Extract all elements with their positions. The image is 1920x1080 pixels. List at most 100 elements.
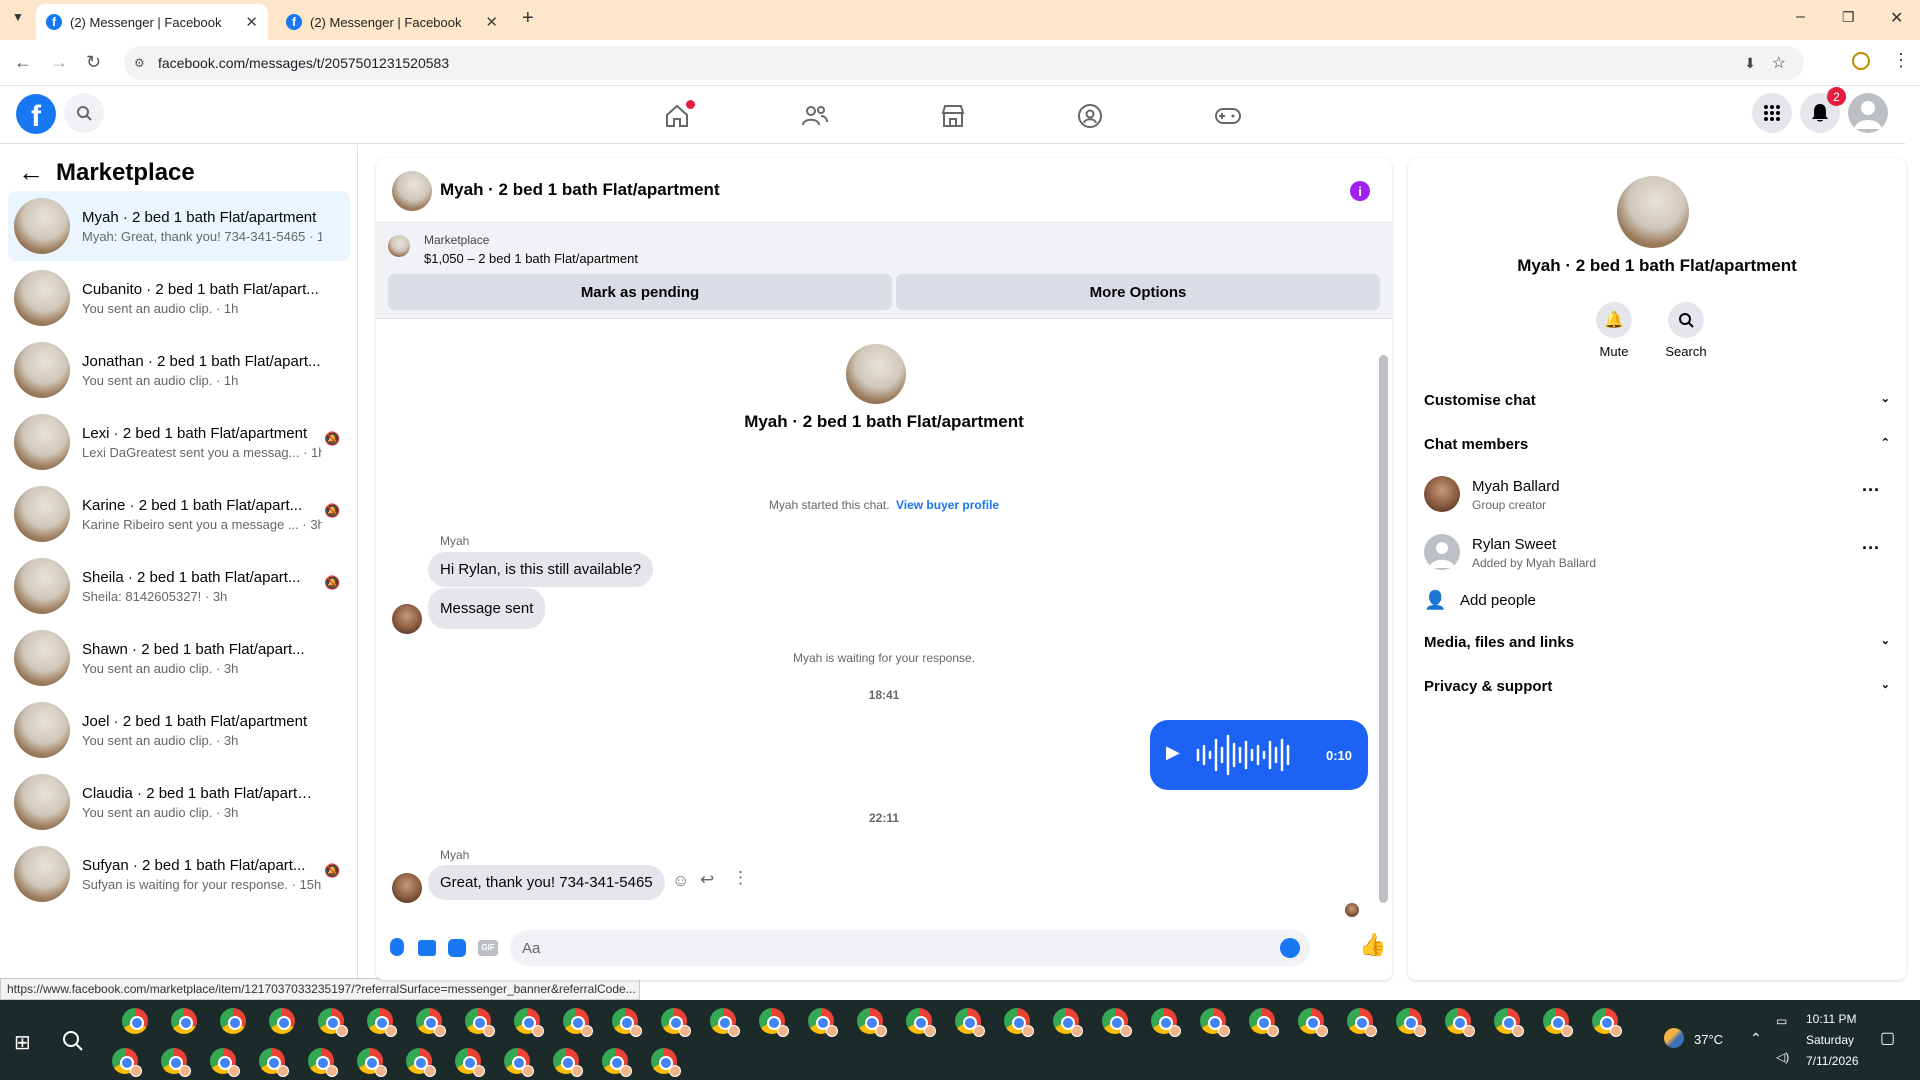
react-icon[interactable]: ☺ [672, 871, 689, 891]
member-row[interactable]: Myah Ballard Group creator ··· [1424, 472, 1890, 520]
chrome-taskbar-icon[interactable] [112, 1048, 142, 1077]
search-icon[interactable] [62, 1030, 84, 1052]
chrome-taskbar-icon[interactable] [808, 1008, 838, 1037]
add-people-button[interactable]: 👤 Add people [1424, 586, 1724, 614]
member-row[interactable]: Rylan Sweet Added by Myah Ballard ··· [1424, 530, 1890, 578]
chrome-taskbar-icon[interactable] [308, 1048, 338, 1077]
network-icon[interactable]: ▭ [1776, 1014, 1787, 1028]
volume-icon[interactable]: ◁) [1776, 1050, 1789, 1064]
chrome-taskbar-icon[interactable] [1249, 1008, 1279, 1037]
chrome-taskbar-icon[interactable] [455, 1048, 485, 1077]
browser-menu-icon[interactable]: ⋮ [1892, 50, 1910, 71]
install-icon[interactable]: ⬇ [1744, 55, 1756, 72]
conversation-item[interactable]: Sheila · 2 bed 1 bath Flat/apart... Sheil… [8, 551, 350, 621]
chrome-taskbar-icon[interactable] [416, 1008, 446, 1037]
close-tab-icon[interactable]: ✕ [245, 13, 258, 31]
chrome-taskbar-icon[interactable] [367, 1008, 397, 1037]
more-options-button[interactable]: More Options [896, 274, 1380, 310]
chat-members-section[interactable]: Chat members ⌃ [1424, 436, 1890, 453]
chrome-taskbar-icon[interactable] [1445, 1008, 1475, 1037]
chrome-taskbar-icon[interactable] [220, 1008, 246, 1034]
temperature[interactable]: 37°C [1694, 1032, 1723, 1047]
member-options-icon[interactable]: ··· [1862, 480, 1880, 501]
chrome-taskbar-icon[interactable] [406, 1048, 436, 1077]
conversation-item[interactable]: Claudia · 2 bed 1 bath Flat/apartm... You… [8, 767, 350, 837]
conversation-item[interactable]: Karine · 2 bed 1 bath Flat/apart... Karin… [8, 479, 350, 549]
chrome-taskbar-icon[interactable] [259, 1048, 289, 1077]
chrome-taskbar-icon[interactable] [161, 1048, 191, 1077]
info-icon[interactable]: i [1350, 181, 1370, 201]
sender-avatar[interactable] [392, 604, 422, 634]
conversation-item[interactable]: Shawn · 2 bed 1 bath Flat/apart... You se… [8, 623, 350, 693]
conversation-item[interactable]: Joel · 2 bed 1 bath Flat/apartment You se… [8, 695, 350, 765]
account-avatar-button[interactable] [1848, 93, 1888, 133]
info-avatar[interactable] [1617, 176, 1689, 248]
chrome-taskbar-icon[interactable] [955, 1008, 985, 1037]
url-field[interactable]: ⚙ facebook.com/messages/t/20575012315205… [124, 46, 1804, 80]
reload-icon[interactable]: ↻ [86, 52, 101, 73]
chrome-taskbar-icon[interactable] [651, 1048, 681, 1077]
privacy-support-section[interactable]: Privacy & support ⌄ [1424, 678, 1890, 695]
sender-avatar[interactable] [392, 873, 422, 903]
browser-tab-1[interactable]: f (2) Messenger | Facebook ✕ [36, 4, 268, 40]
sticker-icon[interactable] [448, 939, 466, 957]
show-hidden-icons[interactable]: ⌃ [1750, 1030, 1762, 1047]
home-nav[interactable] [657, 100, 697, 132]
chrome-taskbar-icon[interactable] [514, 1008, 544, 1037]
close-tab-icon[interactable]: ✕ [485, 13, 498, 31]
windows-start-icon[interactable]: ⊞ [14, 1030, 31, 1055]
chat-avatar[interactable] [392, 171, 432, 211]
site-info-icon[interactable]: ⚙ [134, 56, 145, 70]
more-actions-icon[interactable]: ⋮ [732, 868, 749, 888]
gif-icon[interactable]: GIF [478, 940, 498, 956]
customise-chat-section[interactable]: Customise chat ⌄ [1424, 392, 1890, 409]
emoji-icon[interactable] [1280, 938, 1300, 958]
clock-date[interactable]: 7/11/2026 [1806, 1054, 1859, 1068]
minimize-button[interactable]: – [1796, 8, 1805, 26]
conversation-item[interactable]: Cubanito · 2 bed 1 bath Flat/apart... You… [8, 263, 350, 333]
tab-list-icon[interactable]: ▼ [12, 10, 24, 24]
clock-day[interactable]: Saturday [1806, 1033, 1854, 1047]
chat-title[interactable]: Myah · 2 bed 1 bath Flat/apartment [440, 180, 720, 200]
media-files-links-section[interactable]: Media, files and links ⌄ [1424, 634, 1890, 651]
menu-button[interactable] [1752, 93, 1792, 133]
conversation-item[interactable]: Jonathan · 2 bed 1 bath Flat/apart... You… [8, 335, 350, 405]
chrome-taskbar-icon[interactable] [906, 1008, 936, 1037]
chrome-taskbar-icon[interactable] [1347, 1008, 1377, 1037]
browser-tab-2[interactable]: f (2) Messenger | Facebook ✕ [276, 4, 508, 40]
notifications-button[interactable]: 2 [1800, 87, 1846, 133]
groups-nav[interactable] [1070, 100, 1110, 132]
incoming-message[interactable]: Great, thank you! 734-341-5465 [428, 865, 665, 900]
chrome-taskbar-icon[interactable] [553, 1048, 583, 1077]
chrome-taskbar-icon[interactable] [1298, 1008, 1328, 1037]
listing-thumbnail[interactable] [388, 235, 410, 257]
chrome-taskbar-icon[interactable] [1053, 1008, 1083, 1037]
chrome-taskbar-icon[interactable] [1102, 1008, 1132, 1037]
facebook-logo[interactable]: f [16, 94, 56, 134]
restore-button[interactable]: ❐ [1842, 9, 1855, 26]
chrome-taskbar-icon[interactable] [563, 1008, 593, 1037]
gaming-nav[interactable] [1208, 100, 1248, 132]
mark-as-pending-button[interactable]: Mark as pending [388, 274, 892, 310]
forward-icon[interactable]: → [50, 52, 68, 73]
message-input[interactable]: Aa [510, 930, 1310, 966]
chrome-taskbar-icon[interactable] [1494, 1008, 1524, 1037]
incoming-message[interactable]: Message sent [428, 588, 546, 629]
close-window-button[interactable]: ✕ [1890, 8, 1903, 28]
chrome-taskbar-icon[interactable] [171, 1008, 197, 1034]
view-buyer-profile-link[interactable]: View buyer profile [896, 498, 999, 512]
bookmark-star-icon[interactable]: ☆ [1772, 53, 1786, 73]
chrome-taskbar-icon[interactable] [504, 1048, 534, 1077]
conversation-item[interactable]: Myah · 2 bed 1 bath Flat/apartment Myah: … [8, 191, 350, 261]
member-options-icon[interactable]: ··· [1862, 538, 1880, 559]
back-arrow-icon[interactable]: ← [18, 157, 44, 188]
search-conversation-button[interactable]: Search [1656, 302, 1716, 359]
clock-time[interactable]: 10:11 PM [1806, 1012, 1856, 1026]
chrome-taskbar-icon[interactable] [465, 1008, 495, 1037]
new-tab-button[interactable]: + [522, 7, 534, 30]
reply-icon[interactable]: ↩ [700, 870, 714, 890]
play-icon[interactable]: ▶ [1166, 742, 1180, 763]
chrome-taskbar-icon[interactable] [759, 1008, 789, 1037]
weather-icon[interactable] [1664, 1028, 1684, 1048]
marketplace-nav[interactable] [933, 100, 973, 132]
